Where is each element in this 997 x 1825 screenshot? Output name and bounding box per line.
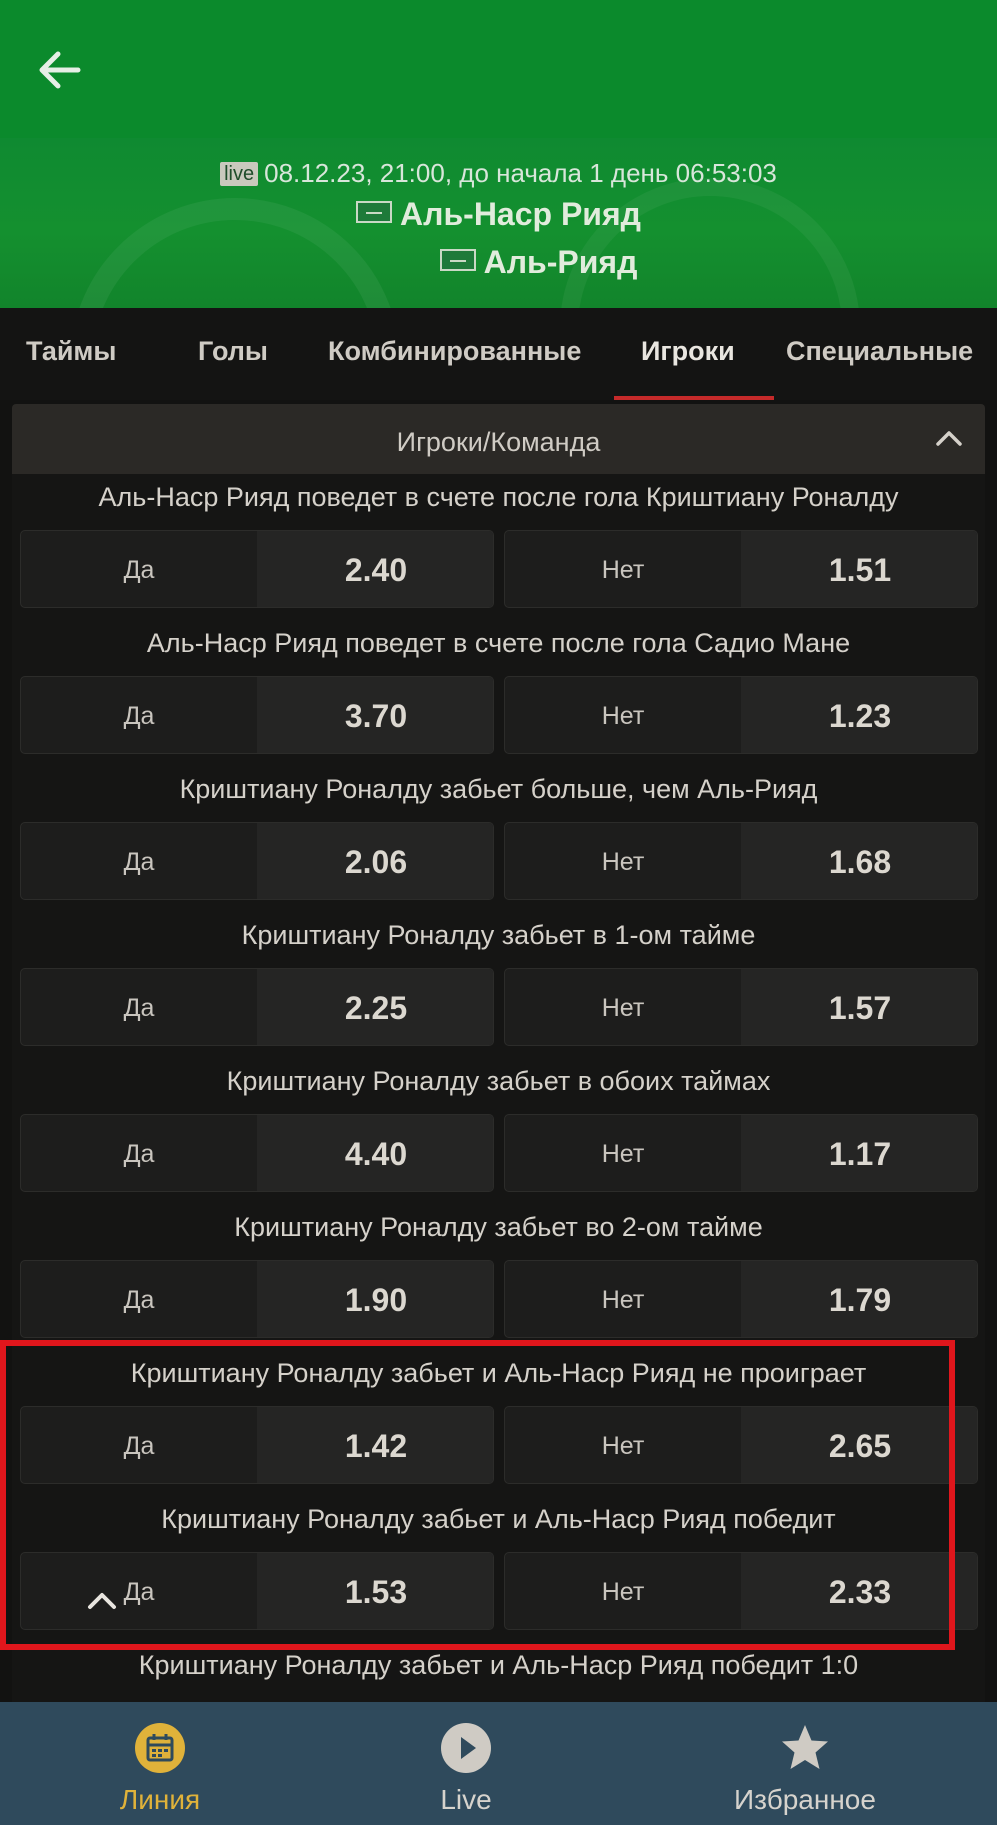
tab-players[interactable]: Игроки — [641, 308, 735, 400]
odds-value: 1.42 — [257, 1407, 493, 1483]
market-title: Аль-Наср Рияд поведет в счете после гола… — [98, 482, 899, 512]
section-header[interactable]: Игроки/Команда — [12, 404, 985, 474]
odds-no-button[interactable]: Нет 1.57 — [504, 968, 978, 1046]
back-button[interactable] — [30, 40, 90, 100]
match-header: live 08.12.23, 21:00, до начала 1 день 06… — [0, 138, 997, 308]
odds-value: 3.70 — [257, 677, 493, 753]
odds-value: 1.90 — [257, 1261, 493, 1337]
calendar-icon — [135, 1723, 185, 1773]
odds-label: Нет — [601, 702, 645, 730]
odds-label: Нет — [601, 1578, 645, 1606]
market-title: Криштиану Роналду забьет и Аль-Наср Рияд… — [138, 1650, 859, 1680]
market-title: Криштиану Роналду забьет в 1-ом тайме — [241, 920, 756, 950]
tab-goals[interactable]: Голы — [198, 308, 268, 400]
nav-line[interactable]: Линия — [60, 1702, 260, 1825]
star-icon — [782, 1725, 828, 1769]
live-badge: live — [220, 162, 259, 186]
odds-yes-button[interactable]: Да 1.90 — [20, 1260, 494, 1338]
scroll-top-button[interactable] — [82, 1585, 122, 1615]
team-home: Аль-Наср Рияд — [0, 196, 997, 233]
tab-combined[interactable]: Комбинированные — [328, 308, 581, 400]
odds-no-button[interactable]: Нет 1.23 — [504, 676, 978, 754]
odds-label: Да — [123, 1140, 155, 1168]
nav-live[interactable]: Live — [366, 1702, 566, 1825]
bottom-nav: Линия Live Избранное — [0, 1702, 997, 1825]
odds-yes-button[interactable]: Да 1.42 — [20, 1406, 494, 1484]
market-title: Криштиану Роналду забьет и Аль-Наср Рияд… — [161, 1504, 836, 1534]
odds-no-button[interactable]: Нет 2.65 — [504, 1406, 978, 1484]
team-away: Аль-Рияд — [40, 244, 997, 281]
odds-label: Нет — [601, 556, 645, 584]
odds-value: 2.06 — [257, 823, 493, 899]
odds-value: 1.57 — [741, 969, 977, 1045]
odds-label: Да — [123, 1432, 155, 1460]
odds-label: Да — [123, 702, 155, 730]
team-away-name: Аль-Рияд — [483, 244, 638, 280]
match-info: live 08.12.23, 21:00, до начала 1 день 06… — [0, 158, 997, 189]
odds-yes-button[interactable]: Да 2.06 — [20, 822, 494, 900]
odds-value: 4.40 — [257, 1115, 493, 1191]
odds-no-button[interactable]: Нет 1.79 — [504, 1260, 978, 1338]
section-title: Игроки/Команда — [396, 427, 601, 457]
match-time: 08.12.23, 21:00, до начала 1 день 06:53:… — [264, 158, 777, 188]
play-icon — [441, 1723, 491, 1773]
odds-yes-button[interactable]: Да 2.25 — [20, 968, 494, 1046]
odds-yes-button[interactable]: Да 3.70 — [20, 676, 494, 754]
odds-value: 1.53 — [257, 1553, 493, 1629]
odds-label: Да — [123, 1578, 155, 1606]
nav-line-label: Линия — [119, 1784, 201, 1815]
top-bar — [0, 0, 997, 138]
arrow-left-icon — [39, 51, 81, 89]
active-tab-indicator — [614, 396, 774, 400]
odds-label: Да — [123, 994, 155, 1022]
market-title: Криштиану Роналду забьет и Аль-Наср Рияд… — [130, 1358, 867, 1388]
odds-no-button[interactable]: Нет 2.33 — [504, 1552, 978, 1630]
odds-value: 2.33 — [741, 1553, 977, 1629]
odds-no-button[interactable]: Нет 1.68 — [504, 822, 978, 900]
odds-label: Да — [123, 848, 155, 876]
odds-label: Да — [123, 556, 155, 584]
odds-value: 1.79 — [741, 1261, 977, 1337]
odds-no-button[interactable]: Нет 1.17 — [504, 1114, 978, 1192]
odds-label: Нет — [601, 1432, 645, 1460]
odds-label: Да — [123, 1286, 155, 1314]
odds-label: Нет — [601, 1140, 645, 1168]
odds-label: Нет — [601, 994, 645, 1022]
chevron-up-icon[interactable] — [935, 428, 963, 448]
odds-no-button[interactable]: Нет 1.51 — [504, 530, 978, 608]
nav-favorites-label: Избранное — [734, 1784, 876, 1815]
nav-favorites[interactable]: Избранное — [705, 1702, 905, 1825]
chevron-up-icon — [88, 1593, 116, 1609]
market-title: Криштиану Роналду забьет в обоих таймах — [226, 1066, 771, 1096]
team-home-name: Аль-Наср Рияд — [400, 196, 641, 232]
tab-special[interactable]: Специальные — [786, 308, 973, 400]
odds-value: 1.68 — [741, 823, 977, 899]
odds-value: 2.25 — [257, 969, 493, 1045]
odds-value: 1.51 — [741, 531, 977, 607]
saudi-flag-icon — [356, 201, 393, 223]
nav-live-label: Live — [440, 1784, 492, 1815]
odds-value: 2.40 — [257, 531, 493, 607]
market-tabs: Таймы Голы Комбинированные Игроки Специа… — [0, 308, 997, 400]
odds-label: Нет — [601, 1286, 645, 1314]
odds-value: 1.23 — [741, 677, 977, 753]
odds-value: 1.17 — [741, 1115, 977, 1191]
tab-periods[interactable]: Таймы — [26, 308, 116, 400]
odds-value: 2.65 — [741, 1407, 977, 1483]
market-title: Криштиану Роналду забьет больше, чем Аль… — [179, 774, 818, 804]
odds-yes-button[interactable]: Да 4.40 — [20, 1114, 494, 1192]
odds-yes-button[interactable]: Да 2.40 — [20, 530, 494, 608]
market-title: Аль-Наср Рияд поведет в счете после гола… — [146, 628, 851, 658]
saudi-flag-icon — [439, 249, 476, 271]
market-title: Криштиану Роналду забьет во 2-ом тайме — [234, 1212, 763, 1242]
odds-label: Нет — [601, 848, 645, 876]
